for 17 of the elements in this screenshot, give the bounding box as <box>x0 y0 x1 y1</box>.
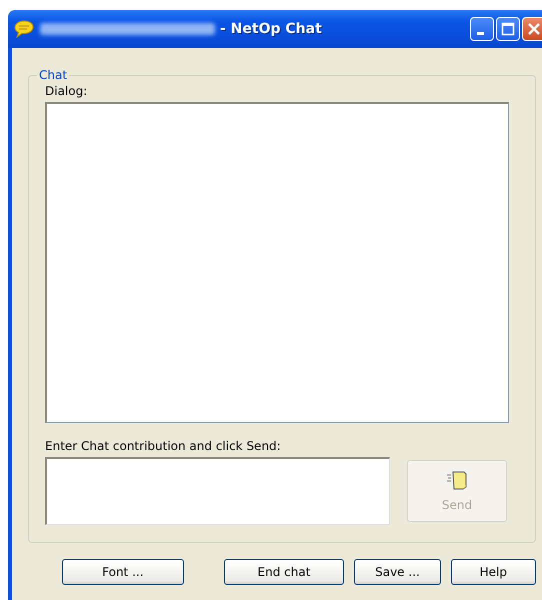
speech-bubble-icon <box>14 20 34 38</box>
minimize-button[interactable] <box>470 17 494 41</box>
group-title: Chat <box>38 68 68 82</box>
note-icon <box>446 470 468 490</box>
window-title: - NetOp Chat <box>220 21 323 37</box>
maximize-button[interactable] <box>496 17 520 41</box>
dialog-button[interactable]: Help <box>450 559 536 585</box>
close-icon <box>527 22 541 36</box>
dialog-button[interactable]: Save ... <box>354 559 441 585</box>
dialog-button[interactable]: Font ... <box>62 559 184 585</box>
input-field[interactable] <box>45 457 390 525</box>
maximize-icon <box>501 22 515 36</box>
minimize-icon <box>477 32 484 34</box>
dialog-button[interactable]: End chat <box>224 559 344 585</box>
close-button[interactable] <box>522 17 542 41</box>
dialog-label: Dialog: <box>45 84 88 98</box>
entry-label: Enter Chat contribution and click Send: <box>45 439 282 453</box>
